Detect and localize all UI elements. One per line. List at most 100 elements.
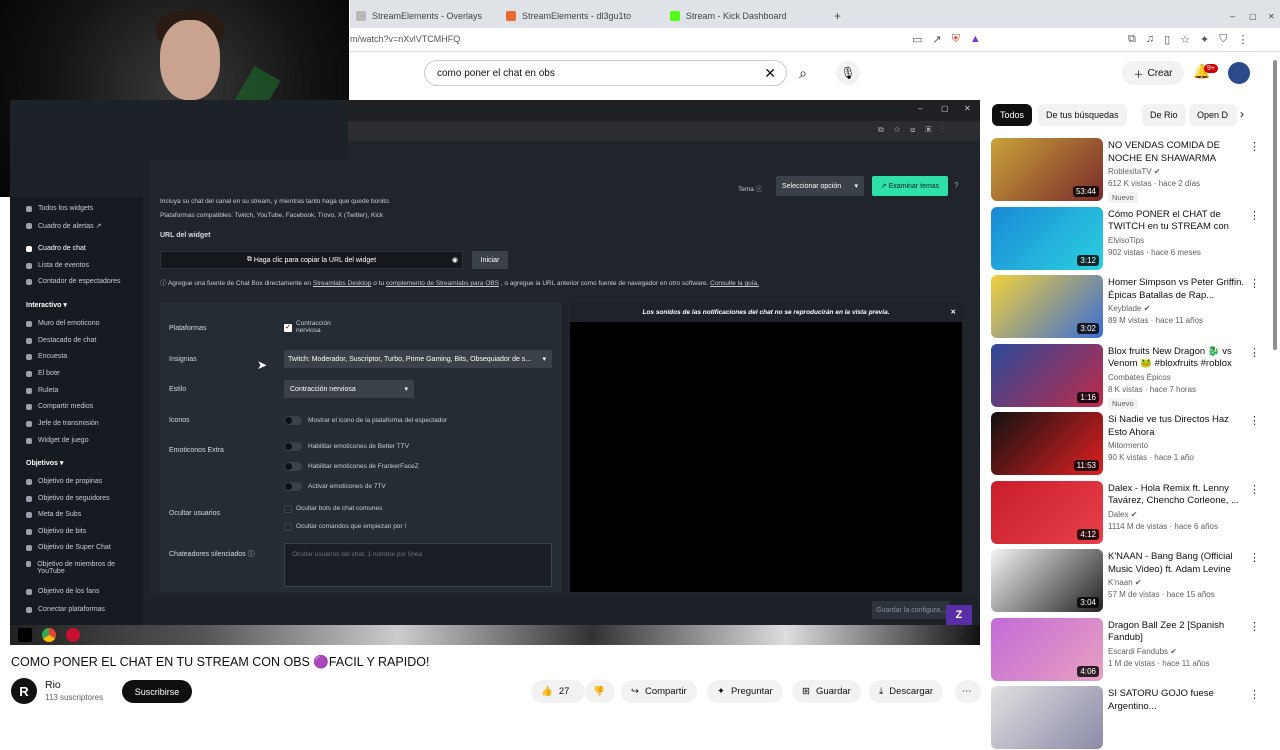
sidebar-item-all-widgets[interactable]: Todos los widgets <box>10 205 143 212</box>
extension-icon[interactable]: ⧉ <box>1128 33 1136 46</box>
help-icon[interactable]: ? <box>954 181 958 190</box>
platform-icon-toggle[interactable] <box>284 416 302 425</box>
recommendation-item[interactable]: SI SATORU GOJO fuese Argentino... ⋮ <box>990 686 1270 750</box>
share-button[interactable]: ↪ Compartir <box>621 680 697 703</box>
more-options-icon[interactable]: ⋮ <box>1249 551 1260 564</box>
shield-outline-icon[interactable]: ⛉ <box>1219 33 1227 46</box>
video-thumbnail[interactable]: 1:16 <box>991 343 1103 407</box>
more-options-icon[interactable]: ⋮ <box>1249 346 1260 359</box>
puzzle-icon[interactable]: ✦ <box>1200 33 1209 46</box>
new-tab-button[interactable]: + <box>828 4 841 28</box>
share-icon[interactable]: ↗ <box>932 33 941 46</box>
chip-open[interactable]: Open D <box>1189 104 1237 126</box>
inner-minimize-icon[interactable]: – <box>918 104 922 113</box>
browse-themes-button[interactable]: ↗ Examinar temas <box>872 176 948 196</box>
sidebar-item-alert-box[interactable]: Cuadro de alertas ↗ <box>10 222 143 230</box>
video-thumbnail[interactable]: 3:12 <box>991 206 1103 270</box>
sidebar-item-viewer-count[interactable]: Contador de espectadores <box>10 278 143 285</box>
recommendation-item[interactable]: 1:16 Blox fruits New Dragon 🐉 vs Venom 🐸 … <box>990 343 1270 409</box>
browser-tab-overlays[interactable]: StreamElements - Overlays <box>350 4 500 28</box>
theme-select[interactable]: Seleccionar opción ▾ <box>776 176 864 196</box>
recommendation-item[interactable]: 3:12 Cómo PONER el CHAT de TWITCH en tu S… <box>990 206 1270 271</box>
recommendation-item[interactable]: 53:44 NO VENDAS COMIDA DE NOCHE EN SHAWAR… <box>990 138 1270 203</box>
recommendation-item[interactable]: 11:53 Si Nadie ve tus Directos Haz Esto A… <box>990 412 1270 476</box>
sidebar-item[interactable]: Objetivo de bits <box>10 528 143 535</box>
sidebar-icon[interactable]: ▯ <box>1164 33 1170 46</box>
more-options-icon[interactable]: ⋮ <box>1249 483 1260 496</box>
video-thumbnail[interactable]: 4:12 <box>991 480 1103 544</box>
sidebar-item-event-list[interactable]: Lista de eventos <box>10 262 143 269</box>
sidebar-item[interactable]: Objetivo de seguidores <box>10 495 143 502</box>
recommendation-item[interactable]: 4:06 Dragon Ball Zee 2 [Spanish Fandub] Es… <box>990 617 1270 682</box>
more-actions-button[interactable]: ⋯ <box>955 680 981 703</box>
hide-commands-checkbox[interactable] <box>284 523 292 531</box>
sidebar-item[interactable]: Widget de juego <box>10 437 143 444</box>
silenced-users-textarea[interactable]: Ocultar usuarios del chat, 1 nombre por … <box>284 543 552 587</box>
menu-icon[interactable]: ⋮ <box>1238 33 1249 46</box>
chrome-icon[interactable] <box>42 628 56 642</box>
chevron-right-icon[interactable]: › <box>1240 107 1244 121</box>
streamlabs-desktop-link[interactable]: Streamlabs Desktop <box>313 280 372 287</box>
bookmark-icon[interactable]: ☆ <box>1180 33 1190 46</box>
music-icon[interactable]: ♫ <box>1146 33 1154 46</box>
create-button[interactable]: ＋ Crear <box>1122 61 1184 85</box>
inner-maximize-icon[interactable]: ▢ <box>941 104 949 113</box>
scrollbar[interactable] <box>1273 60 1277 350</box>
sidebar-item[interactable]: Meta de Subs <box>10 511 143 518</box>
7tv-toggle[interactable] <box>284 482 302 491</box>
recommendation-item[interactable]: 3:02 Homer Simpson vs Peter Griffin. Épic… <box>990 275 1270 339</box>
chip-from-channel[interactable]: De Rio <box>1142 104 1186 126</box>
chip-from-searches[interactable]: De tus búsquedas <box>1038 104 1127 126</box>
close-icon[interactable]: ✕ <box>951 308 956 316</box>
shield-icon[interactable]: ⛨ <box>952 33 960 46</box>
video-thumbnail[interactable]: 4:06 <box>991 617 1103 681</box>
minimize-button[interactable]: – <box>1224 4 1235 28</box>
more-options-icon[interactable]: ⋮ <box>1249 140 1260 153</box>
inner-close-icon[interactable]: ✕ <box>964 104 971 113</box>
maximize-button[interactable]: ▢ <box>1243 4 1257 28</box>
video-thumbnail[interactable]: 3:04 <box>991 549 1103 612</box>
voice-search-button[interactable]: 🎙 <box>836 61 860 85</box>
ask-button[interactable]: ✦ Preguntar <box>707 680 783 703</box>
taskbar-app-tile[interactable]: Z <box>946 605 972 625</box>
sidebar-item[interactable]: Destacado de chat <box>10 337 143 344</box>
channel-avatar[interactable]: R <box>11 678 37 704</box>
sidebar-section-interactive[interactable]: Interactivo ▾ <box>26 301 67 309</box>
search-input[interactable]: como poner el chat en obs ✕ <box>424 60 787 86</box>
more-options-icon[interactable]: ⋮ <box>1249 209 1260 222</box>
sidebar-item[interactable]: Objetivo de Super Chat <box>10 544 143 551</box>
sidebar-item[interactable]: Ruleta <box>10 387 143 394</box>
more-options-icon[interactable]: ⋮ <box>1249 277 1260 290</box>
close-window-button[interactable]: ✕ <box>1262 4 1275 28</box>
sidebar-item-chat-box[interactable]: Cuadro de chat <box>10 245 143 252</box>
sidebar-item[interactable]: Objetivo de propinas <box>10 478 143 485</box>
video-thumbnail[interactable]: 11:53 <box>991 412 1103 475</box>
sidebar-item[interactable]: Muro del emoticono <box>10 320 143 327</box>
recommendation-item[interactable]: 3:04 K'NAAN - Bang Bang (Official Music V… <box>990 549 1270 613</box>
badges-select[interactable]: Twitch: Moderador, Suscriptor, Turbo, Pr… <box>284 350 552 368</box>
sidebar-item[interactable]: Jefe de transmisión <box>10 420 143 427</box>
save-settings-button[interactable]: Guardar la configura... <box>872 601 950 619</box>
recommendation-item[interactable]: 4:12 Dalex - Hola Remix ft. Lenny Tavárez… <box>990 480 1270 545</box>
save-button[interactable]: ⊞ Guardar <box>792 680 861 703</box>
browser-tab-kick[interactable]: Stream - Kick Dashboard <box>664 4 824 28</box>
browser-tab-streamelements[interactable]: StreamElements - dl3gu1to <box>500 4 660 28</box>
sidebar-item[interactable]: Encuesta <box>10 353 143 360</box>
bttv-toggle[interactable] <box>284 442 302 451</box>
sidebar-item[interactable]: Objetivo de los fans <box>10 588 143 595</box>
download-button[interactable]: ⤓ Descargar <box>869 680 944 703</box>
video-thumbnail[interactable] <box>991 686 1103 749</box>
taskbar-red-icon[interactable] <box>66 628 80 642</box>
chip-all[interactable]: Todos <box>992 104 1033 126</box>
subscribe-button[interactable]: Suscribirse <box>122 680 192 703</box>
guide-link[interactable]: Consulte la guía. <box>710 280 759 287</box>
like-button[interactable]: 👍 27 <box>531 680 585 703</box>
video-thumbnail[interactable]: 3:02 <box>991 275 1103 338</box>
url-text[interactable]: m/watch?v=nXvlVTCMHFQ <box>350 34 460 44</box>
widget-url-field[interactable]: ⧉ Haga clic para copiar la URL del widge… <box>160 251 463 269</box>
hide-bots-checkbox[interactable] <box>284 505 292 513</box>
platform-checkbox[interactable]: ✓ <box>284 324 292 332</box>
warning-icon[interactable]: ▲ <box>970 33 981 46</box>
more-options-icon[interactable]: ⋮ <box>1249 620 1260 633</box>
cast-icon[interactable]: ▭ <box>912 33 922 46</box>
